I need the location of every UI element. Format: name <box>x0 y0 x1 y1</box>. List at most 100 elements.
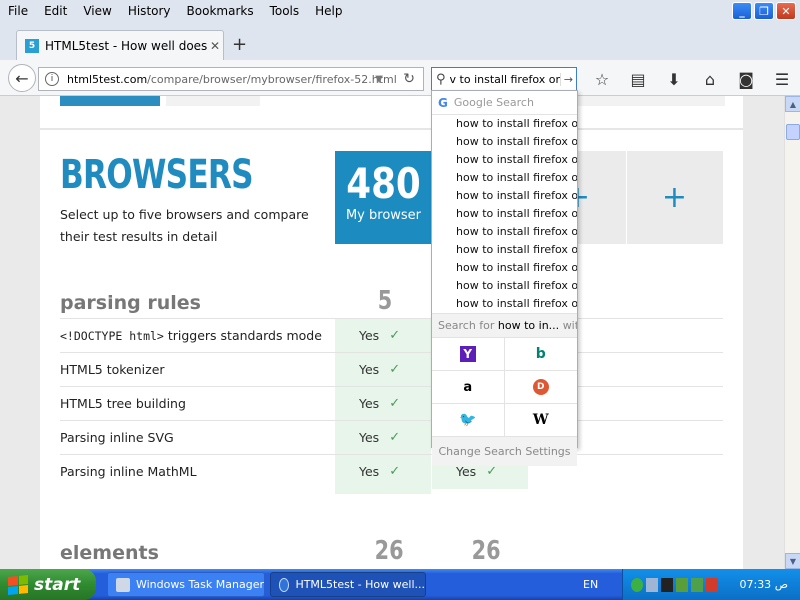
table-row[interactable]: HTML5 tokenizer Yes ✓ <box>60 352 723 387</box>
tab-strip: 5 HTML5test - How well does your ✕ + <box>0 22 800 60</box>
tab-html5test[interactable]: 5 HTML5test - How well does your ✕ <box>16 30 224 60</box>
page-subtitle: Select up to five browsers and compare t… <box>60 207 309 244</box>
arrow-right-icon[interactable]: → <box>560 72 576 86</box>
app-icon[interactable] <box>676 577 688 592</box>
menu-bookmarks[interactable]: Bookmarks <box>179 4 262 18</box>
shield-icon[interactable] <box>706 577 718 592</box>
score-label: My browser <box>345 208 422 223</box>
search-for-prefix: Search for <box>438 319 495 332</box>
nav-tab-active[interactable] <box>60 96 160 106</box>
table-row[interactable]: HTML5 tree building Yes ✓ <box>60 386 723 421</box>
table-row[interactable]: Parsing inline SVG Yes ✓ <box>60 420 723 455</box>
suggestion-item[interactable]: how to install firefox o... <box>432 115 577 133</box>
menu-help[interactable]: Help <box>307 4 350 18</box>
menu-tools[interactable]: Tools <box>262 4 308 18</box>
clock[interactable]: 07:33 ص <box>739 578 788 591</box>
utorrent-icon[interactable] <box>631 577 643 592</box>
result-text: Yes <box>359 362 380 377</box>
taskbar-item-firefox[interactable]: HTML5test - How well... <box>270 572 426 597</box>
result-cell: Yes ✓ <box>335 420 431 455</box>
restore-button[interactable]: ❐ <box>754 2 774 20</box>
task-label: HTML5test - How well... <box>295 578 425 591</box>
suggestion-item[interactable]: how to install firefox o... <box>432 277 577 295</box>
hamburger-menu-icon[interactable]: ☰ <box>764 68 800 90</box>
test-rows: <!DOCTYPE html> triggers standards mode … <box>60 318 723 489</box>
reload-icon[interactable]: ↻ <box>403 71 415 87</box>
suggestion-item[interactable]: how to install firefox o... <box>432 295 577 313</box>
menu-edit[interactable]: Edit <box>36 4 75 18</box>
language-indicator[interactable]: EN <box>583 578 598 591</box>
reading-list-icon[interactable]: ▤ <box>620 68 656 90</box>
menu-history[interactable]: History <box>120 4 179 18</box>
row-label: HTML5 tree building <box>60 396 186 411</box>
menu-file[interactable]: File <box>0 4 36 18</box>
twitter-engine-button[interactable]: 🐦 <box>432 403 505 436</box>
scroll-up-icon[interactable]: ▲ <box>785 96 800 112</box>
back-button[interactable]: ← <box>8 64 36 92</box>
scroll-thumb[interactable] <box>786 124 800 140</box>
suggestion-item[interactable]: how to install firefox o... <box>432 169 577 187</box>
divider <box>626 151 627 244</box>
section-title[interactable]: parsing rules <box>60 292 201 314</box>
nav-tab[interactable] <box>166 96 260 106</box>
taskbar: start Windows Task Manager HTML5test - H… <box>0 569 800 600</box>
url-host: html5test.com <box>67 72 148 86</box>
section-score: 5 <box>377 286 393 316</box>
suggestion-item[interactable]: how to install firefox o... <box>432 223 577 241</box>
change-search-settings-button[interactable]: Change Search Settings <box>432 436 577 466</box>
close-window-button[interactable]: ✕ <box>776 2 796 20</box>
check-icon: ✓ <box>389 430 401 445</box>
my-browser-score[interactable]: 480 My browser <box>335 151 432 244</box>
wikipedia-icon: W <box>532 412 549 428</box>
amazon-engine-button[interactable]: a <box>432 370 505 403</box>
search-query: v to install firefox on | <box>449 72 560 86</box>
page-title: BROWSERS <box>60 152 254 198</box>
section-title[interactable]: elements <box>60 542 159 564</box>
add-browser-button[interactable]: + <box>626 151 723 244</box>
suggestion-item[interactable]: how to install firefox o... <box>432 259 577 277</box>
bing-engine-button[interactable]: b <box>504 337 577 370</box>
info-icon[interactable]: i <box>45 72 59 86</box>
monitor-icon[interactable] <box>661 577 673 592</box>
network-icon[interactable] <box>646 577 658 592</box>
vertical-scrollbar[interactable]: ▲ ▼ <box>784 96 800 569</box>
row-code: <!DOCTYPE html> <box>60 329 164 343</box>
url-path: /compare/browser/mybrowser/firefox-52.ht… <box>147 72 397 86</box>
taskbar-item-task-manager[interactable]: Windows Task Manager <box>107 572 265 597</box>
suggestion-provider: G Google Search <box>432 91 577 115</box>
menu-bar: File Edit View History Bookmarks Tools H… <box>0 0 800 22</box>
search-suggestions-dropdown: G Google Search how to install firefox o.… <box>431 90 578 466</box>
search-input[interactable]: ⚲ v to install firefox on | → <box>431 67 577 91</box>
divider <box>40 128 743 130</box>
suggestion-item[interactable]: how to install firefox o... <box>432 241 577 259</box>
suggestion-item[interactable]: how to install firefox o... <box>432 205 577 223</box>
bing-icon: b <box>535 346 546 362</box>
tab-title: HTML5test - How well does your <box>45 38 207 53</box>
scroll-down-icon[interactable]: ▼ <box>785 553 800 569</box>
new-tab-button[interactable]: + <box>232 34 247 55</box>
menu-view[interactable]: View <box>75 4 119 18</box>
result-cell: Yes ✓ <box>335 318 431 353</box>
start-button[interactable]: start <box>0 569 96 600</box>
home-icon[interactable]: ⌂ <box>692 68 728 90</box>
suggestion-item[interactable]: how to install firefox o... <box>432 187 577 205</box>
row-label: <!DOCTYPE html> triggers standards mode <box>60 328 335 343</box>
duckduckgo-engine-button[interactable]: D <box>504 370 577 403</box>
bookmark-star-icon[interactable]: ☆ <box>584 68 620 90</box>
table-row[interactable]: Parsing inline MathML Yes ✓ Yes ✓ <box>60 454 723 489</box>
close-tab-icon[interactable]: ✕ <box>207 39 223 53</box>
suggestion-item[interactable]: how to install firefox o... <box>432 133 577 151</box>
download-icon[interactable]: ⬇ <box>656 68 692 90</box>
wikipedia-engine-button[interactable]: W <box>504 403 577 436</box>
pocket-icon[interactable]: ◙ <box>728 68 764 90</box>
security-icon[interactable] <box>691 577 703 592</box>
check-icon: ✓ <box>389 396 401 411</box>
url-bar[interactable]: i html5test.com/compare/browser/mybrowse… <box>38 67 424 91</box>
table-row[interactable]: <!DOCTYPE html> triggers standards mode … <box>60 318 723 353</box>
minimize-button[interactable]: _ <box>732 2 752 20</box>
row-text: triggers standards mode <box>163 328 322 343</box>
chevron-down-icon[interactable]: ▼ <box>375 74 383 85</box>
suggestion-item[interactable]: how to install firefox o... <box>432 151 577 169</box>
page-content: BROWSERS Select up to five browsers and … <box>40 96 743 569</box>
yahoo-engine-button[interactable]: Y <box>432 337 505 370</box>
